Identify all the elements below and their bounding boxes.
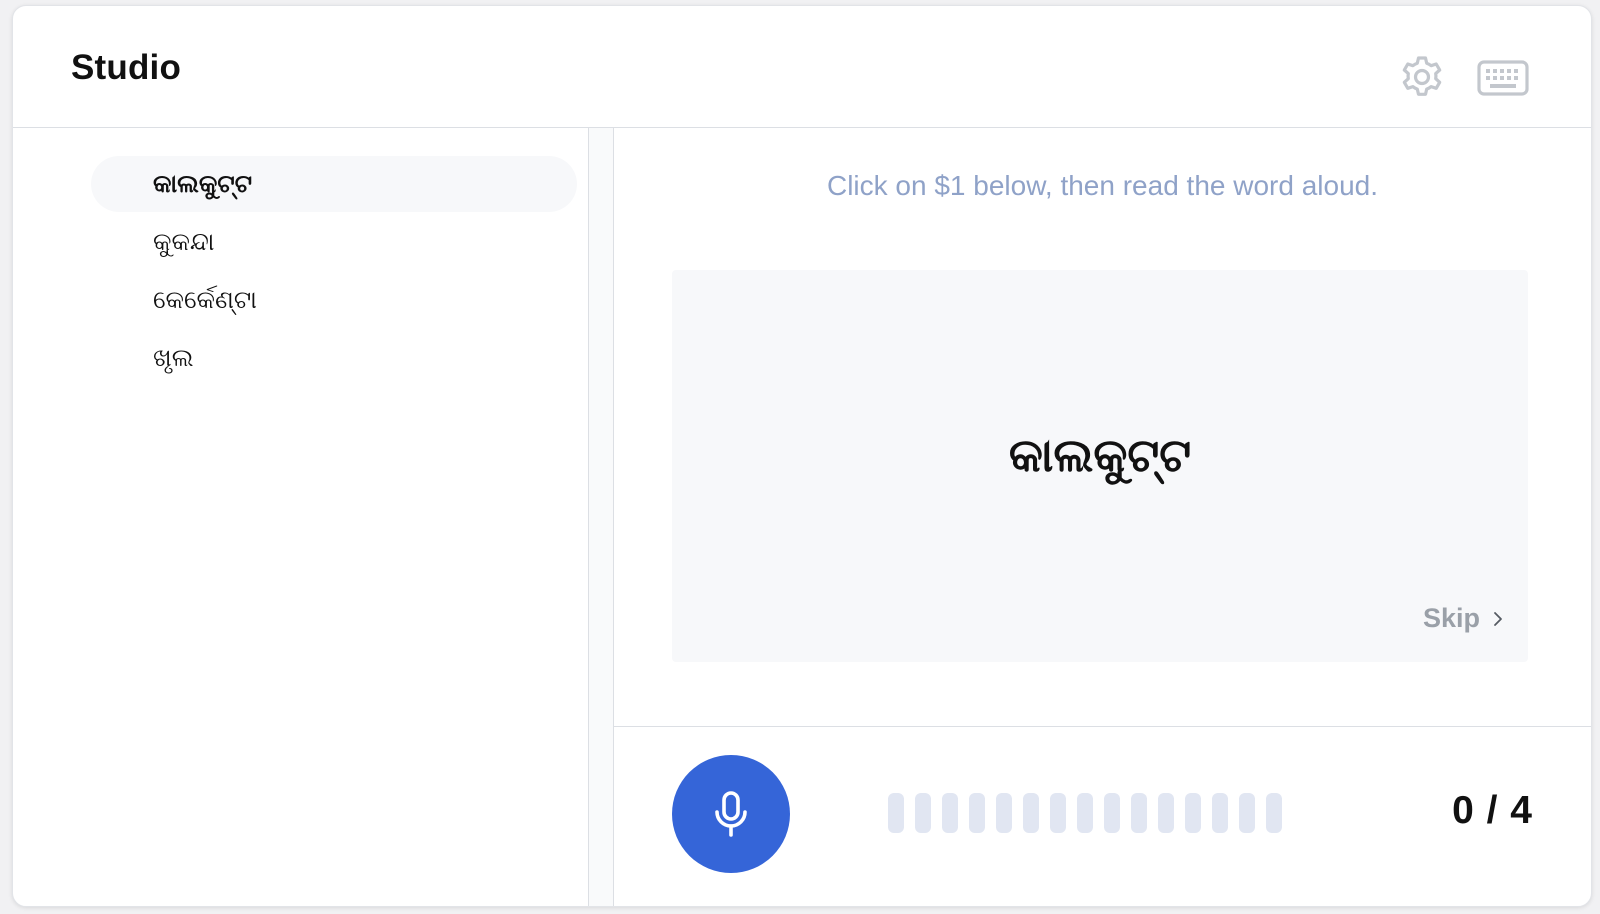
level-bar — [996, 793, 1012, 833]
level-bar — [888, 793, 904, 833]
chevron-right-icon — [1494, 611, 1502, 626]
level-bar — [1266, 793, 1282, 833]
word-card: କାଲକୁଟ୍ଟ Skip — [672, 270, 1528, 662]
level-bar — [915, 793, 931, 833]
panel-divider — [589, 128, 614, 906]
level-bar — [1158, 793, 1174, 833]
microphone-icon — [715, 791, 747, 837]
main-panel: Click on $1 below, then read the word al… — [614, 128, 1591, 906]
progress-counter: 0 / 4 — [1452, 789, 1533, 832]
level-bar — [1185, 793, 1201, 833]
instruction-text: Click on $1 below, then read the word al… — [826, 170, 1379, 201]
level-bar — [969, 793, 985, 833]
word-list-item[interactable]: କେର୍କେଣ୍ଟା — [91, 272, 577, 328]
level-bar — [1131, 793, 1147, 833]
skip-label: Skip — [1422, 603, 1480, 633]
level-bar — [1212, 793, 1228, 833]
level-bar — [1077, 793, 1093, 833]
current-word: କାଲକୁଟ୍ଟ — [1008, 428, 1192, 482]
level-bar — [942, 793, 958, 833]
word-list-item[interactable]: କୁକନ୍ଦା — [91, 214, 577, 270]
word-list-sidebar: କାଲକୁଟ୍ଟ କୁକନ୍ଦା କେର୍କେଣ୍ଟା ଖୃଲ — [13, 128, 589, 906]
level-bar — [1050, 793, 1066, 833]
level-bar — [1104, 793, 1120, 833]
keyboard-icon[interactable] — [1477, 60, 1529, 96]
recorder-bar: 0 / 4 — [614, 726, 1591, 906]
audio-level-meter — [888, 793, 1282, 833]
word-list-item[interactable]: ଖୃଲ — [91, 330, 577, 386]
studio-window: Studio କାଲକୁଟ୍ଟ କୁକନ୍ଦା କେର୍କେଣ୍ଟା ଖୃଲ C… — [12, 5, 1592, 907]
level-bar — [1023, 793, 1039, 833]
app-title: Studio — [71, 48, 182, 87]
header: Studio — [13, 6, 1591, 128]
gear-icon[interactable] — [1399, 54, 1445, 100]
skip-button[interactable]: Skip — [1423, 603, 1506, 634]
record-button[interactable] — [672, 755, 790, 873]
level-bar — [1239, 793, 1255, 833]
word-list-item[interactable]: କାଲକୁଟ୍ଟ — [91, 156, 577, 212]
